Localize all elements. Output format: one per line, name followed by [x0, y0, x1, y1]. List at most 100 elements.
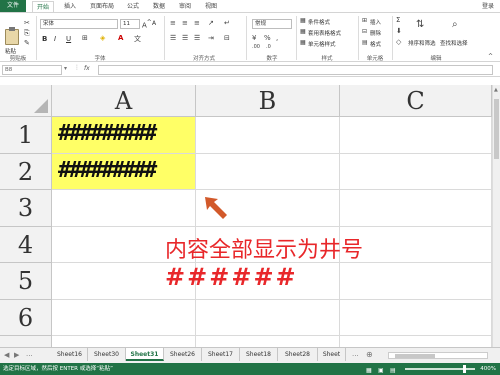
horizontal-scroll-thumb[interactable] — [395, 354, 435, 358]
wrap-text-icon[interactable]: ↵ — [224, 19, 230, 27]
column-header-b[interactable]: B — [196, 85, 340, 117]
column-header-c[interactable]: C — [340, 85, 492, 117]
number-format-select[interactable]: 常规 — [252, 19, 292, 29]
find-select-icon[interactable]: ⌕ — [452, 19, 458, 30]
sheet-more-left[interactable]: ... — [26, 350, 33, 358]
sheet-tab-sheet31[interactable]: Sheet31 — [126, 348, 164, 361]
font-color-icon[interactable]: A — [118, 34, 123, 42]
align-center-icon[interactable]: ☰ — [182, 34, 188, 42]
zoom-level[interactable]: 400% — [480, 363, 496, 375]
cell-c1[interactable] — [340, 117, 492, 154]
cell-c7[interactable] — [340, 336, 492, 347]
insert-function-button[interactable]: fx — [84, 65, 90, 72]
align-right-icon[interactable]: ☰ — [194, 34, 200, 42]
font-name-select[interactable]: 宋体 — [40, 19, 118, 29]
row-header-5[interactable]: 5 — [0, 263, 52, 300]
fill-icon[interactable]: ⬇ — [396, 27, 402, 35]
vertical-scroll-thumb[interactable] — [494, 99, 499, 159]
row-header-3[interactable]: 3 — [0, 190, 52, 227]
tab-review[interactable]: 审阅 — [176, 1, 194, 12]
cell-b2[interactable] — [196, 154, 340, 190]
find-select-button[interactable]: 查找和选择 — [440, 39, 468, 47]
cut-icon[interactable]: ✂ — [24, 19, 30, 27]
page-layout-view-icon[interactable]: ▣ — [378, 365, 384, 375]
currency-icon[interactable]: ¥ — [252, 34, 256, 42]
normal-view-icon[interactable]: ▦ — [366, 365, 372, 375]
insert-button[interactable]: 插入 — [370, 18, 381, 26]
cell-styles-button[interactable]: 单元格样式 — [308, 40, 336, 48]
shrink-font-icon[interactable]: A — [152, 20, 156, 27]
tab-insert[interactable]: 插入 — [60, 1, 80, 12]
borders-icon[interactable]: ⊞ — [82, 34, 88, 42]
cell-c3[interactable] — [340, 190, 492, 227]
add-sheet-icon[interactable]: ⊕ — [366, 350, 373, 359]
column-header-a[interactable]: A — [52, 85, 196, 117]
orientation-icon[interactable]: ↗ — [208, 19, 214, 27]
underline-button[interactable]: U — [66, 35, 71, 43]
merge-center-icon[interactable]: ⊟ — [224, 34, 230, 42]
cell-a1[interactable]: ######### — [52, 117, 196, 154]
cell-a6[interactable] — [52, 300, 196, 336]
percent-icon[interactable]: % — [264, 34, 271, 42]
row-header-6[interactable]: 6 — [0, 300, 52, 336]
sheet-tab-sheet28[interactable]: Sheet28 — [278, 348, 318, 361]
scroll-up-icon[interactable]: ▲ — [494, 87, 498, 93]
tab-formulas[interactable]: 公式 — [124, 1, 142, 12]
sheet-tab-sheet16[interactable]: Sheet16 — [52, 348, 88, 361]
indent-icon[interactable]: ⇥ — [208, 34, 214, 42]
bold-button[interactable]: B — [42, 35, 47, 43]
row-header-1[interactable]: 1 — [0, 117, 52, 154]
row-header-7[interactable] — [0, 336, 52, 347]
cell-a2[interactable]: ######### — [52, 154, 196, 190]
autosum-icon[interactable]: Σ — [396, 16, 400, 24]
paste-icon[interactable] — [5, 27, 19, 45]
format-as-table-button[interactable]: 套用表格格式 — [308, 29, 341, 37]
clear-icon[interactable]: ◇ — [396, 38, 401, 46]
collapse-ribbon-icon[interactable]: ^ — [488, 53, 493, 60]
sheet-more-right[interactable]: ... — [352, 350, 359, 358]
delete-button[interactable]: 删除 — [370, 29, 381, 37]
copy-icon[interactable]: ⎘ — [24, 29, 30, 38]
sheet-tab-partial[interactable]: Sheet — [318, 348, 346, 361]
zoom-slider-thumb[interactable] — [463, 365, 466, 373]
align-bottom-icon[interactable]: ≡ — [194, 19, 200, 27]
cell-c5[interactable] — [340, 263, 492, 300]
sheet-tab-sheet26[interactable]: Sheet26 — [164, 348, 202, 361]
tab-page-layout[interactable]: 页面布局 — [86, 1, 118, 12]
cell-c6[interactable] — [340, 300, 492, 336]
sheet-prev-icon[interactable]: ◀ — [4, 351, 9, 359]
cell-b1[interactable] — [196, 117, 340, 154]
vertical-scrollbar[interactable]: ▲ — [492, 85, 500, 347]
sort-filter-icon[interactable]: ⇅ — [416, 19, 424, 30]
phonetic-icon[interactable]: 文 — [134, 34, 141, 44]
horizontal-scrollbar[interactable] — [388, 352, 488, 359]
format-painter-icon[interactable]: ✎ — [24, 39, 30, 47]
select-all-corner[interactable] — [0, 85, 52, 117]
format-button[interactable]: 格式 — [370, 40, 381, 48]
font-size-select[interactable]: 11 — [120, 19, 140, 29]
grow-font-icon[interactable]: A^ — [142, 20, 152, 29]
align-middle-icon[interactable]: ≡ — [182, 19, 188, 27]
tab-view[interactable]: 视图 — [202, 1, 220, 12]
sheet-tab-sheet30[interactable]: Sheet30 — [88, 348, 126, 361]
name-box[interactable]: B8 — [2, 65, 62, 75]
row-header-4[interactable]: 4 — [0, 227, 52, 263]
sheet-next-icon[interactable]: ▶ — [14, 351, 19, 359]
italic-button[interactable]: I — [54, 35, 56, 43]
name-box-dropdown-icon[interactable]: ▾ — [64, 65, 67, 72]
row-header-2[interactable]: 2 — [0, 154, 52, 190]
cell-b6[interactable] — [196, 300, 340, 336]
zoom-slider[interactable] — [405, 365, 475, 373]
sheet-tab-sheet17[interactable]: Sheet17 — [202, 348, 240, 361]
fill-color-icon[interactable]: ◈ — [100, 34, 105, 42]
page-break-view-icon[interactable]: ▤ — [390, 365, 396, 375]
tab-data[interactable]: 数据 — [150, 1, 168, 12]
formula-input[interactable] — [98, 65, 493, 75]
comma-icon[interactable]: , — [276, 34, 278, 42]
conditional-format-button[interactable]: 条件格式 — [308, 18, 330, 26]
decrease-decimal-icon[interactable]: .0 — [266, 44, 271, 50]
sheet-tab-sheet18[interactable]: Sheet18 — [240, 348, 278, 361]
cell-c2[interactable] — [340, 154, 492, 190]
tab-file[interactable]: 文件 — [0, 0, 26, 12]
align-top-icon[interactable]: ≡ — [170, 19, 176, 27]
